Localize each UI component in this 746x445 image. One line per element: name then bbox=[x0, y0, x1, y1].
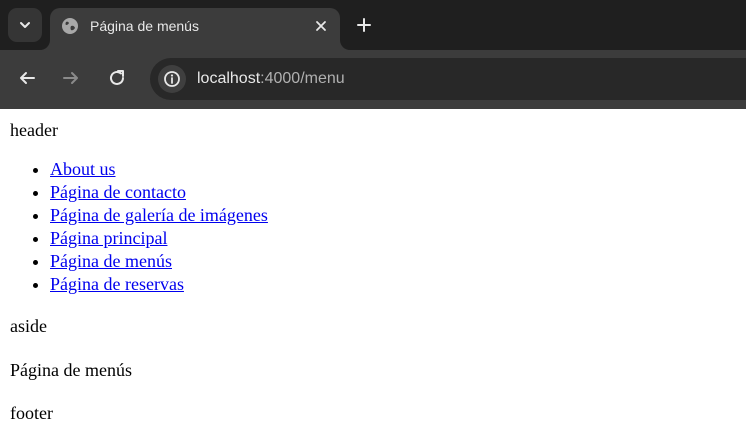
browser-toolbar: localhost:4000/menu bbox=[0, 50, 746, 109]
site-info-icon bbox=[164, 71, 180, 87]
page-footer: footer bbox=[10, 403, 53, 423]
nav-link-menus[interactable]: Página de menús bbox=[50, 251, 172, 271]
tab-close-button[interactable] bbox=[312, 17, 330, 35]
arrow-right-icon bbox=[63, 72, 78, 84]
nav-link-principal[interactable]: Página principal bbox=[50, 228, 167, 248]
page-aside: aside bbox=[10, 316, 47, 336]
page-viewport: header About us Página de contacto Págin… bbox=[0, 109, 746, 445]
reload-icon bbox=[110, 70, 124, 85]
back-button[interactable] bbox=[16, 67, 38, 89]
list-item: Página de contacto bbox=[50, 181, 736, 204]
nav-link-reservas[interactable]: Página de reservas bbox=[50, 274, 184, 294]
nav-link-contacto[interactable]: Página de contacto bbox=[50, 182, 186, 202]
tab-title: Página de menús bbox=[90, 18, 199, 34]
page-content: header About us Página de contacto Págin… bbox=[0, 120, 746, 424]
chevron-down-icon bbox=[20, 22, 30, 28]
reload-button[interactable] bbox=[106, 67, 128, 89]
list-item: Página de galería de imágenes bbox=[50, 204, 736, 227]
tab-search-button[interactable] bbox=[8, 8, 42, 42]
plus-icon bbox=[357, 18, 371, 32]
globe-icon bbox=[62, 18, 78, 34]
tab-strip: Página de menús bbox=[0, 0, 746, 50]
list-item: Página de reservas bbox=[50, 273, 736, 296]
close-icon bbox=[316, 21, 326, 31]
list-item: Página de menús bbox=[50, 250, 736, 273]
browser-window: Página de menús localhost:4000/menu head… bbox=[0, 0, 746, 445]
address-bar[interactable]: localhost:4000/menu bbox=[150, 58, 746, 100]
url-text[interactable]: localhost:4000/menu bbox=[197, 69, 345, 89]
nav-link-about[interactable]: About us bbox=[50, 159, 116, 179]
nav-link-galeria[interactable]: Página de galería de imágenes bbox=[50, 205, 268, 225]
url-host: localhost bbox=[197, 70, 261, 87]
list-item: Página principal bbox=[50, 227, 736, 250]
forward-button[interactable] bbox=[60, 67, 82, 89]
page-header: header bbox=[10, 120, 58, 140]
nav-menu: About us Página de contacto Página de ga… bbox=[10, 158, 736, 296]
list-item: About us bbox=[50, 158, 736, 181]
page-main: Página de menús bbox=[10, 360, 132, 380]
arrow-left-icon bbox=[20, 72, 35, 84]
site-info-button[interactable] bbox=[158, 65, 186, 93]
tab-active[interactable]: Página de menús bbox=[50, 8, 340, 50]
new-tab-button[interactable] bbox=[353, 14, 375, 36]
url-path: :4000/menu bbox=[260, 70, 345, 87]
